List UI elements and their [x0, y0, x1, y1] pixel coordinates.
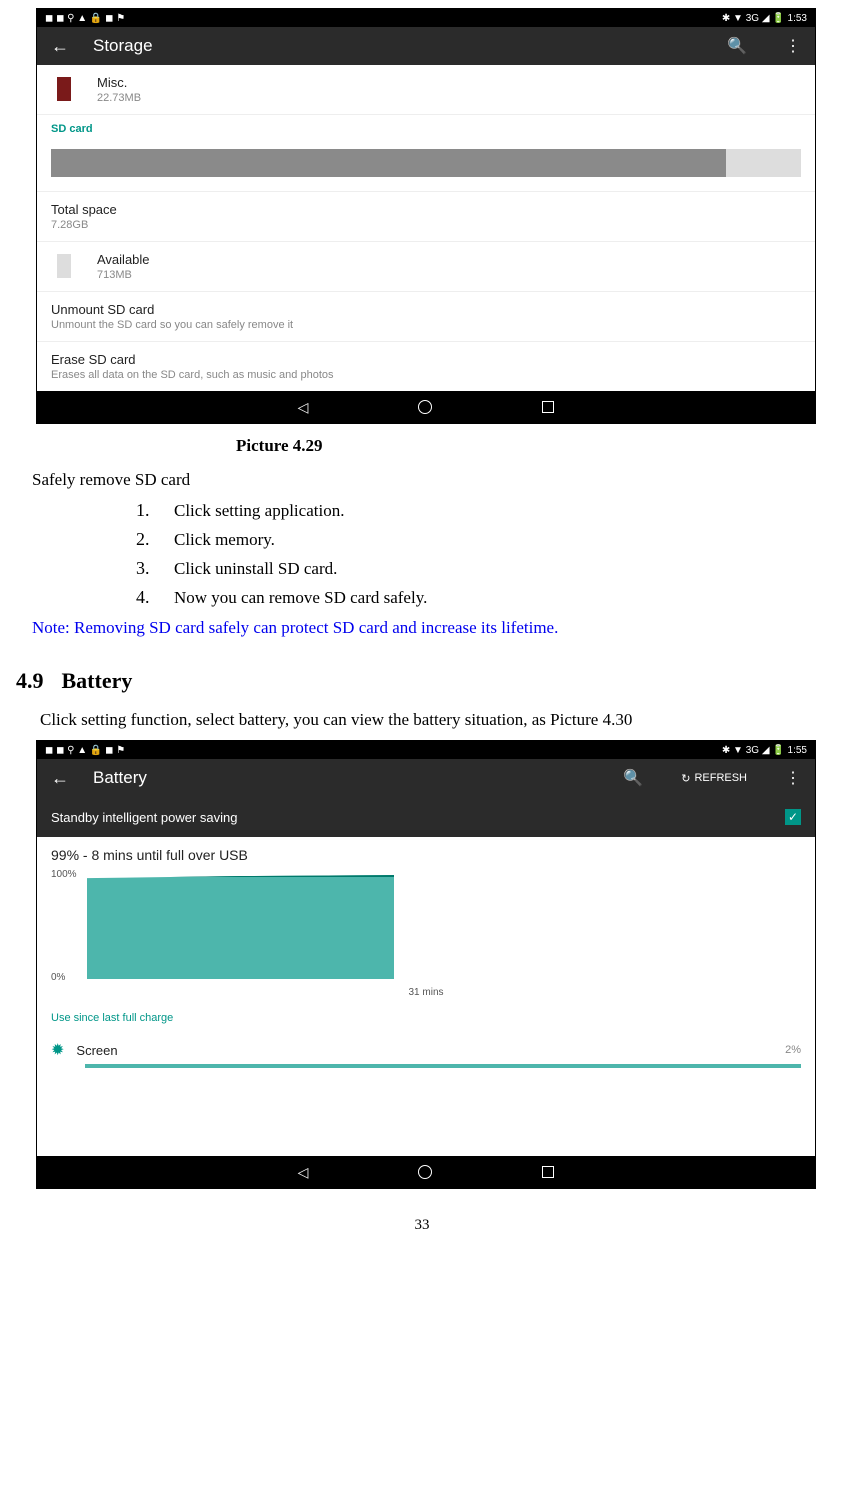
back-arrow-icon[interactable]: ←: [51, 768, 69, 789]
status-left-icons: ◼ ◼ ⚲ ▲ 🔒 ◼ ⚑: [45, 13, 125, 24]
total-space-row[interactable]: Total space 7.28GB: [37, 192, 815, 242]
step-text: Click uninstall SD card.: [174, 559, 337, 579]
step-number: 4.: [136, 587, 156, 608]
unmount-title: Unmount SD card: [51, 302, 803, 317]
app-title: Battery: [93, 768, 585, 788]
misc-title: Misc.: [97, 75, 803, 90]
available-color-icon: [57, 254, 71, 278]
search-icon[interactable]: 🔍: [623, 768, 643, 788]
status-bar: ◼ ◼ ⚲ ▲ 🔒 ◼ ⚑ ✱ ▼ 3G ◢ 🔋 1:53: [37, 9, 815, 27]
step-number: 2.: [136, 529, 156, 550]
storage-screenshot: ◼ ◼ ⚲ ▲ 🔒 ◼ ⚑ ✱ ▼ 3G ◢ 🔋 1:53 ← Storage …: [36, 8, 816, 424]
battery-status-line: 99% - 8 mins until full over USB: [37, 837, 815, 869]
nav-back-icon[interactable]: ◁: [298, 1164, 309, 1181]
chart-x-label: 31 mins: [51, 981, 801, 1006]
navigation-bar: ◁: [37, 391, 815, 423]
nav-recent-icon[interactable]: [542, 401, 554, 413]
app-title: Storage: [93, 36, 689, 56]
total-space-value: 7.28GB: [51, 219, 803, 231]
nav-home-icon[interactable]: [418, 1165, 432, 1179]
page-number: 33: [16, 1217, 828, 1234]
erase-title: Erase SD card: [51, 352, 803, 367]
standby-checkbox[interactable]: ✓: [785, 809, 801, 825]
available-row[interactable]: Available 713MB: [37, 242, 815, 292]
sd-usage-fill: [51, 149, 726, 177]
battery-chart[interactable]: 100% 0% 31 mins: [37, 869, 815, 1006]
storage-misc-row[interactable]: Misc. 22.73MB: [37, 65, 815, 115]
refresh-button[interactable]: ↻ REFRESH: [681, 772, 747, 785]
misc-size: 22.73MB: [97, 92, 803, 104]
screen-progress-container: [37, 1064, 815, 1076]
unmount-subtitle: Unmount the SD card so you can safely re…: [51, 319, 803, 331]
standby-label: Standby intelligent power saving: [51, 810, 237, 825]
search-icon[interactable]: 🔍: [727, 36, 747, 56]
nav-recent-icon[interactable]: [542, 1166, 554, 1178]
battery-screenshot: ◼ ◼ ⚲ ▲ 🔒 ◼ ⚑ ✱ ▼ 3G ◢ 🔋 1:55 ← Battery …: [36, 740, 816, 1189]
list-item: 3. Click uninstall SD card.: [136, 558, 828, 579]
section-title: Battery: [62, 668, 133, 694]
erase-row[interactable]: Erase SD card Erases all data on the SD …: [37, 342, 815, 391]
step-text: Click setting application.: [174, 501, 344, 521]
note-text: Note: Removing SD card safely can protec…: [32, 618, 828, 638]
status-right-text: ✱ ▼ 3G ◢ 🔋 1:53: [722, 13, 807, 24]
overflow-menu-icon[interactable]: ⋮: [785, 768, 801, 788]
screen-percentage: 2%: [785, 1044, 801, 1056]
chart-area-fill: [87, 875, 394, 979]
use-since-charge-label: Use since last full charge: [37, 1006, 815, 1034]
available-value: 713MB: [97, 269, 803, 281]
screen-icon: ✹: [51, 1040, 64, 1060]
misc-color-icon: [57, 77, 71, 101]
list-item: 1. Click setting application.: [136, 500, 828, 521]
section-heading: 4.9 Battery: [16, 668, 828, 694]
figure-caption-1: Picture 4.29: [236, 436, 828, 456]
nav-home-icon[interactable]: [418, 400, 432, 414]
safely-remove-heading: Safely remove SD card: [32, 470, 828, 490]
total-space-title: Total space: [51, 202, 803, 217]
status-bar: ◼ ◼ ⚲ ▲ 🔒 ◼ ⚑ ✱ ▼ 3G ◢ 🔋 1:55: [37, 741, 815, 759]
screen-label: Screen: [76, 1043, 773, 1058]
list-item: 4. Now you can remove SD card safely.: [136, 587, 828, 608]
unmount-row[interactable]: Unmount SD card Unmount the SD card so y…: [37, 292, 815, 342]
chart-y-top: 100%: [51, 869, 77, 880]
sd-card-section-label: SD card: [37, 115, 815, 141]
standby-power-saving-row[interactable]: Standby intelligent power saving ✓: [37, 797, 815, 837]
list-item: 2. Click memory.: [136, 529, 828, 550]
overflow-menu-icon[interactable]: ⋮: [785, 36, 801, 56]
step-number: 3.: [136, 558, 156, 579]
chart-y-bot: 0%: [51, 972, 65, 983]
step-text: Now you can remove SD card safely.: [174, 588, 427, 608]
empty-space: [37, 1076, 815, 1156]
navigation-bar: ◁: [37, 1156, 815, 1188]
screen-usage-row[interactable]: ✹ Screen 2%: [37, 1034, 815, 1064]
app-bar: ← Storage 🔍 ⋮: [37, 27, 815, 65]
back-arrow-icon[interactable]: ←: [51, 36, 69, 57]
erase-subtitle: Erases all data on the SD card, such as …: [51, 369, 803, 381]
status-left-icons: ◼ ◼ ⚲ ▲ 🔒 ◼ ⚑: [45, 745, 125, 756]
battery-intro: Click setting function, select battery, …: [40, 710, 828, 730]
available-title: Available: [97, 252, 803, 267]
screen-progress-bar: [85, 1064, 801, 1068]
steps-list: 1. Click setting application. 2. Click m…: [136, 500, 828, 608]
nav-back-icon[interactable]: ◁: [298, 399, 309, 416]
section-number: 4.9: [16, 668, 44, 694]
step-text: Click memory.: [174, 530, 275, 550]
app-bar: ← Battery 🔍 ↻ REFRESH ⋮: [37, 759, 815, 797]
status-right-text: ✱ ▼ 3G ◢ 🔋 1:55: [722, 745, 807, 756]
sd-usage-bar-container: [37, 141, 815, 192]
step-number: 1.: [136, 500, 156, 521]
sd-usage-bar: [51, 149, 801, 177]
